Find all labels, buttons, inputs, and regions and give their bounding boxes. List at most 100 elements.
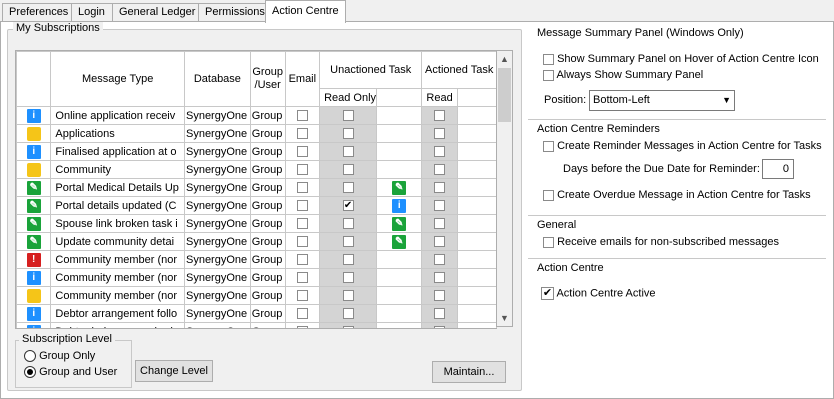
create-reminder-checkbox[interactable] <box>543 140 554 152</box>
group-user-header[interactable]: Group /User <box>249 51 286 107</box>
read-checkbox[interactable] <box>434 254 446 266</box>
read-cell[interactable] <box>421 142 459 161</box>
position-select[interactable]: Bottom-Left ▼ <box>589 90 735 111</box>
read-only-checkbox[interactable] <box>342 110 354 122</box>
table-row[interactable]: i Debtor arrangement follo SynergyOne Group <box>16 304 497 323</box>
read-only-cell[interactable] <box>319 178 378 197</box>
read-only-cell[interactable] <box>319 304 378 323</box>
tab-general-ledger[interactable]: General Ledger <box>112 3 199 22</box>
tab-permissions[interactable]: Permissions <box>198 3 266 22</box>
read-only-checkbox[interactable] <box>342 326 354 328</box>
scroll-up-icon[interactable]: ▲ <box>497 51 512 67</box>
email-checkbox[interactable] <box>296 272 308 284</box>
read-only-cell[interactable] <box>319 268 378 287</box>
tab-action-centre[interactable]: Action Centre <box>265 0 346 23</box>
email-checkbox[interactable] <box>296 326 308 328</box>
subscriptions-grid[interactable]: Message Type Database Group /User Email … <box>15 50 497 329</box>
read-only-checkbox[interactable] <box>342 128 354 140</box>
message-type-cell[interactable]: Community <box>50 160 185 179</box>
email-checkbox[interactable] <box>296 128 308 140</box>
always-show-checkbox[interactable] <box>543 69 554 81</box>
table-row[interactable]: ✎ Spouse link broken task i SynergyOne Grou… <box>16 214 497 233</box>
email-cell[interactable] <box>284 196 321 215</box>
read-only-cell[interactable] <box>319 124 378 143</box>
read-checkbox[interactable] <box>434 200 446 212</box>
email-checkbox[interactable] <box>296 146 308 158</box>
email-cell[interactable] <box>284 214 321 233</box>
message-type-header[interactable]: Message Type <box>50 51 185 107</box>
read-cell[interactable] <box>421 268 459 287</box>
read-checkbox[interactable] <box>434 272 446 284</box>
read-only-checkbox[interactable] <box>342 146 354 158</box>
read-checkbox[interactable] <box>434 290 446 302</box>
read-only-cell[interactable]: ✔ <box>319 196 378 215</box>
read-checkbox[interactable] <box>434 218 446 230</box>
read-cell[interactable] <box>421 304 459 323</box>
group-and-user-radio[interactable] <box>24 366 36 379</box>
read-only-cell[interactable] <box>319 286 378 305</box>
email-checkbox[interactable] <box>296 218 308 230</box>
read-checkbox[interactable] <box>434 182 446 194</box>
read-cell[interactable] <box>421 232 459 251</box>
message-type-cell[interactable]: Update community detai <box>50 232 185 251</box>
email-checkbox[interactable] <box>296 236 308 248</box>
read-cell[interactable] <box>421 322 459 328</box>
read-cell[interactable] <box>421 196 459 215</box>
read-only-cell[interactable] <box>319 142 378 161</box>
email-checkbox[interactable] <box>296 290 308 302</box>
table-row[interactable]: ✎ Portal details updated (C SynergyOne Grou… <box>16 196 497 215</box>
action-centre-active-checkbox[interactable]: ✔ <box>541 287 554 300</box>
group-only-radio[interactable] <box>24 350 36 363</box>
email-cell[interactable] <box>284 286 321 305</box>
email-checkbox[interactable] <box>296 200 308 212</box>
read-only-cell[interactable] <box>319 214 378 233</box>
change-level-button[interactable]: Change Level <box>135 360 213 382</box>
read-only-cell[interactable] <box>319 250 378 269</box>
group-only-option[interactable]: Group Only <box>24 350 95 363</box>
tab-preferences[interactable]: Preferences <box>2 3 72 22</box>
read-only-checkbox[interactable] <box>342 164 354 176</box>
read-only-cell[interactable] <box>319 160 378 179</box>
message-type-cell[interactable]: Community member (nor <box>50 250 185 269</box>
read-only-header[interactable]: Read Only <box>319 88 378 107</box>
message-type-cell[interactable]: Portal Medical Details Up <box>50 178 185 197</box>
read-cell[interactable] <box>421 250 459 269</box>
read-only-checkbox[interactable] <box>342 290 354 302</box>
email-cell[interactable] <box>284 322 321 328</box>
table-row[interactable]: ✎ Portal Medical Details Up SynergyOne Grou… <box>16 178 497 197</box>
read-checkbox[interactable] <box>434 146 446 158</box>
read-checkbox[interactable] <box>434 236 446 248</box>
read-cell[interactable] <box>421 178 459 197</box>
table-row[interactable]: ■ Community SynergyOne Group <box>16 160 497 179</box>
read-only-cell[interactable] <box>319 106 378 125</box>
action-centre-active-option[interactable]: ✔ Action Centre Active <box>541 287 656 300</box>
message-type-cell[interactable]: Debtor arrangement follo <box>50 304 185 323</box>
read-only-checkbox[interactable] <box>342 236 354 248</box>
scroll-down-icon[interactable]: ▼ <box>497 310 512 326</box>
receive-emails-option[interactable]: Receive emails for non-subscribed messag… <box>543 236 779 248</box>
email-cell[interactable] <box>284 160 321 179</box>
read-only-checkbox[interactable] <box>342 308 354 320</box>
read-only-checkbox[interactable] <box>342 182 354 194</box>
days-input[interactable]: 0 <box>762 159 794 179</box>
table-row[interactable]: ✎ Update community detai SynergyOne Group ✎ <box>16 232 497 251</box>
read-only-checkbox[interactable] <box>342 254 354 266</box>
show-on-hover-option[interactable]: Show Summary Panel on Hover of Action Ce… <box>543 53 819 65</box>
create-overdue-checkbox[interactable] <box>543 189 554 201</box>
read-checkbox[interactable] <box>434 128 446 140</box>
read-cell[interactable] <box>421 286 459 305</box>
tab-login[interactable]: Login <box>71 3 113 22</box>
read-only-checkbox[interactable] <box>342 272 354 284</box>
message-type-cell[interactable]: Applications <box>50 124 185 143</box>
read-cell[interactable] <box>421 124 459 143</box>
message-type-cell[interactable]: Portal details updated (C <box>50 196 185 215</box>
table-row[interactable]: ! Community member (nor SynergyOne Group <box>16 250 497 269</box>
read-header[interactable]: Read <box>421 88 459 107</box>
email-cell[interactable] <box>284 268 321 287</box>
read-only-checkbox[interactable] <box>342 218 354 230</box>
read-only-cell[interactable] <box>319 322 378 328</box>
email-cell[interactable] <box>284 232 321 251</box>
create-overdue-option[interactable]: Create Overdue Message in Action Centre … <box>543 189 811 201</box>
read-checkbox[interactable] <box>434 326 446 328</box>
message-type-cell[interactable]: Community member (nor <box>50 268 185 287</box>
